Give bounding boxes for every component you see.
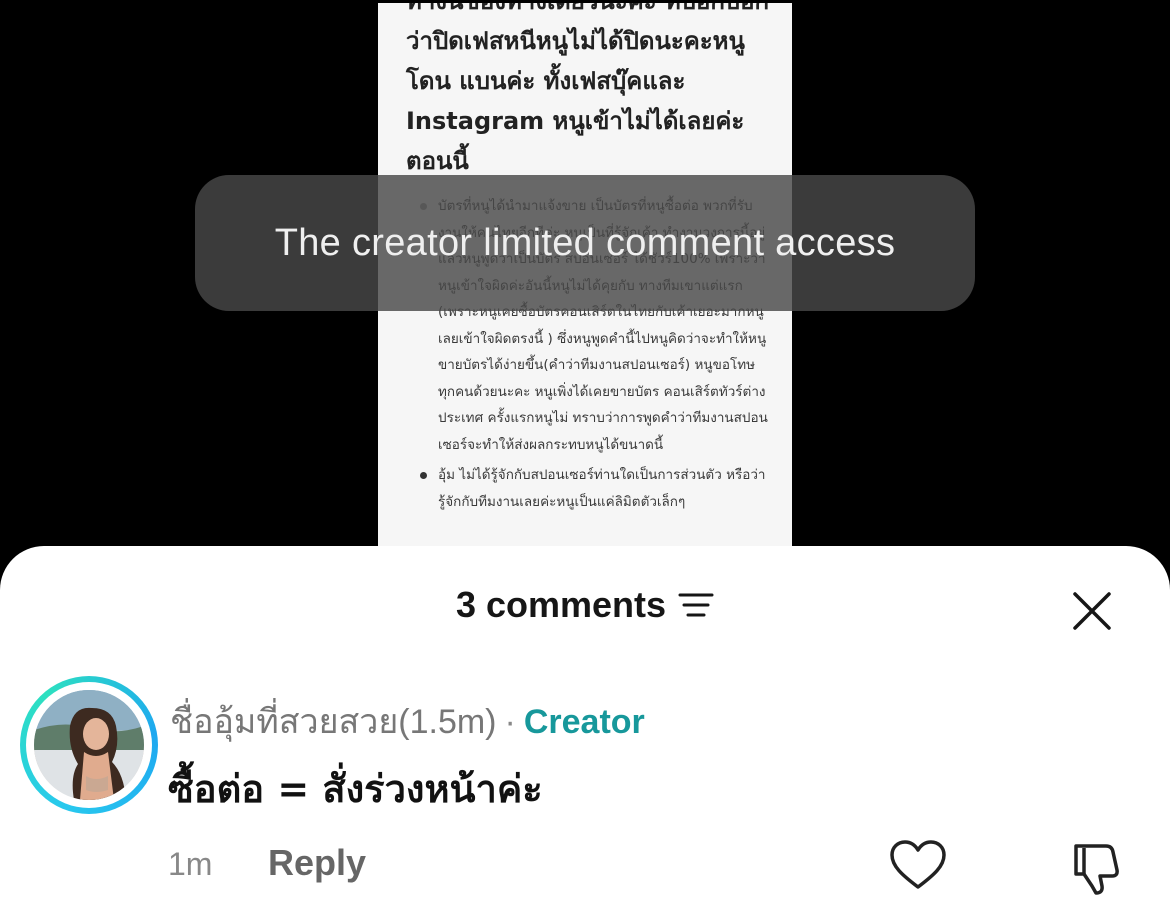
dislike-button[interactable] <box>1068 836 1128 896</box>
comment-time: 1m <box>168 846 213 882</box>
limited-comment-toast: The creator limited comment access <box>195 175 975 311</box>
thumbs-down-icon <box>1074 844 1119 895</box>
comments-count: 3 comments <box>455 584 667 625</box>
reply-button[interactable]: Reply <box>268 842 366 884</box>
comment-author[interactable]: ชื่ออุ้มที่สวยสวย(1.5m) <box>170 703 497 741</box>
like-button[interactable] <box>888 839 948 891</box>
avatar[interactable] <box>20 676 158 814</box>
toast-text: The creator limited comment access <box>274 221 896 264</box>
comments-header[interactable]: 3 comments <box>0 584 1170 626</box>
post-heading: ทางนี้ของทางเดียวนะคะ ที่บอกบอกว่าปิดเฟส… <box>406 3 769 175</box>
creator-badge: Creator <box>523 703 645 741</box>
close-x-icon <box>1073 592 1111 630</box>
comments-sheet: 3 comments ชื่ออุ้มที่สวยสวย(1.5m) · Cre… <box>0 546 1170 912</box>
comment-text: ซื้อต่อ = สั่งร่วงหน้าค่ะ <box>168 767 543 811</box>
heart-outline-icon <box>890 840 946 889</box>
avatar-photo <box>34 690 144 800</box>
meta-separator: · <box>504 703 516 741</box>
post-bullet-2: อุ้ม ไม่ได้รู้จักกับสปอนเซอร์ท่านใดเป็นก… <box>378 462 792 515</box>
comment-meta: ชื่ออุ้มที่สวยสวย(1.5m) · Creator <box>170 694 645 748</box>
close-button[interactable] <box>1070 589 1114 633</box>
sort-lines-icon[interactable] <box>678 591 714 619</box>
